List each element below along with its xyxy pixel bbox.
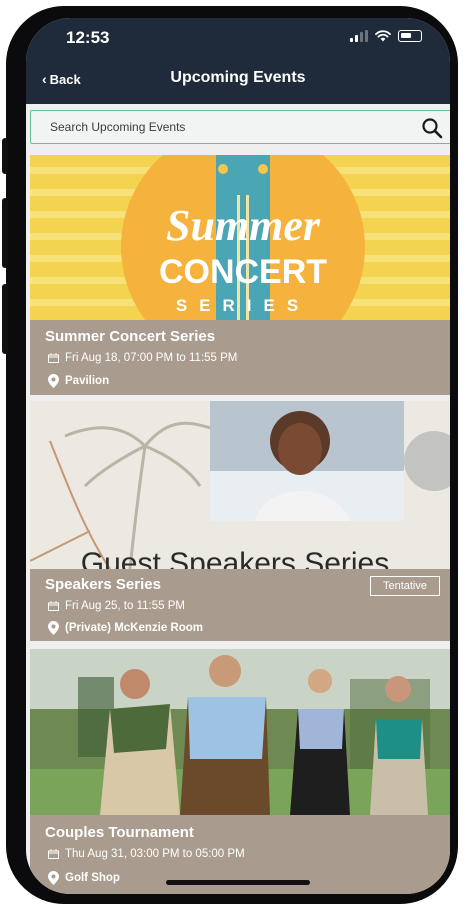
banner-text-summer: Summer xyxy=(166,201,321,250)
location-pin-icon xyxy=(48,871,59,885)
event-card[interactable]: Summer CONCERT SERIES Summer Concert Ser… xyxy=(30,155,450,395)
event-banner-image: Guest Speakers Series xyxy=(30,401,450,569)
event-info: Summer Concert Series Fri Aug 18, 07:00 … xyxy=(30,320,450,395)
location-pin-icon xyxy=(48,621,59,635)
calendar-icon xyxy=(48,849,59,859)
banner-text-series: SERIES xyxy=(176,296,310,315)
search-icon[interactable] xyxy=(421,117,443,139)
event-datetime-row: Thu Aug 31, 03:00 PM to 05:00 PM xyxy=(48,848,245,860)
event-datetime-row: Fri Aug 25, to 11:55 PM xyxy=(48,600,185,612)
event-card[interactable]: Couples Tournament Thu Aug 31, 03:00 PM … xyxy=(30,649,450,894)
calendar-icon xyxy=(48,601,59,611)
event-card[interactable]: Guest Speakers Series Speakers Series Te… xyxy=(30,401,450,641)
status-time: 12:53 xyxy=(66,28,110,47)
status-badge: Tentative xyxy=(369,576,440,596)
event-datetime: Fri Aug 18, 07:00 PM to 11:55 PM xyxy=(65,352,238,364)
event-banner-image xyxy=(30,649,450,815)
banner-text-concert: CONCERT xyxy=(159,253,327,291)
event-info: Speakers Series Tentative Fri Aug 25, to… xyxy=(30,569,450,641)
calendar-icon xyxy=(48,353,59,363)
phone-frame: 12:53 ‹ Back Upcoming Events Search Upco… xyxy=(2,6,458,904)
event-datetime-row: Fri Aug 18, 07:00 PM to 11:55 PM xyxy=(48,352,237,364)
event-datetime: Thu Aug 31, 03:00 PM to 05:00 PM xyxy=(65,848,245,860)
event-title: Speakers Series xyxy=(45,576,161,593)
event-location: (Private) McKenzie Room xyxy=(65,622,204,634)
mute-switch xyxy=(2,138,8,174)
banner-text-guest-speakers: Guest Speakers Series xyxy=(81,547,389,569)
page-title: Upcoming Events xyxy=(170,69,306,86)
volume-down-button xyxy=(2,284,8,354)
navigation-bar: 12:53 ‹ Back Upcoming Events xyxy=(26,18,450,104)
event-banner-image: Summer CONCERT SERIES xyxy=(30,155,450,320)
event-datetime: Fri Aug 25, to 11:55 PM xyxy=(65,600,185,612)
event-title: Couples Tournament xyxy=(45,824,194,841)
cellular-signal-icon xyxy=(350,30,368,42)
event-title: Summer Concert Series xyxy=(45,328,216,345)
wifi-icon xyxy=(375,30,391,42)
event-location-row: (Private) McKenzie Room xyxy=(48,621,203,635)
home-indicator[interactable] xyxy=(166,880,310,885)
search-input[interactable]: Search Upcoming Events xyxy=(50,120,185,134)
search-bar[interactable]: Search Upcoming Events xyxy=(30,110,450,144)
event-location: Golf Shop xyxy=(65,872,120,884)
event-location-row: Pavilion xyxy=(48,374,109,388)
event-location-row: Golf Shop xyxy=(48,871,120,885)
volume-up-button xyxy=(2,198,8,268)
status-icons xyxy=(350,30,422,42)
battery-icon xyxy=(398,30,422,42)
event-location: Pavilion xyxy=(65,375,110,387)
location-pin-icon xyxy=(48,374,59,388)
app-screen: 12:53 ‹ Back Upcoming Events Search Upco… xyxy=(26,18,450,894)
